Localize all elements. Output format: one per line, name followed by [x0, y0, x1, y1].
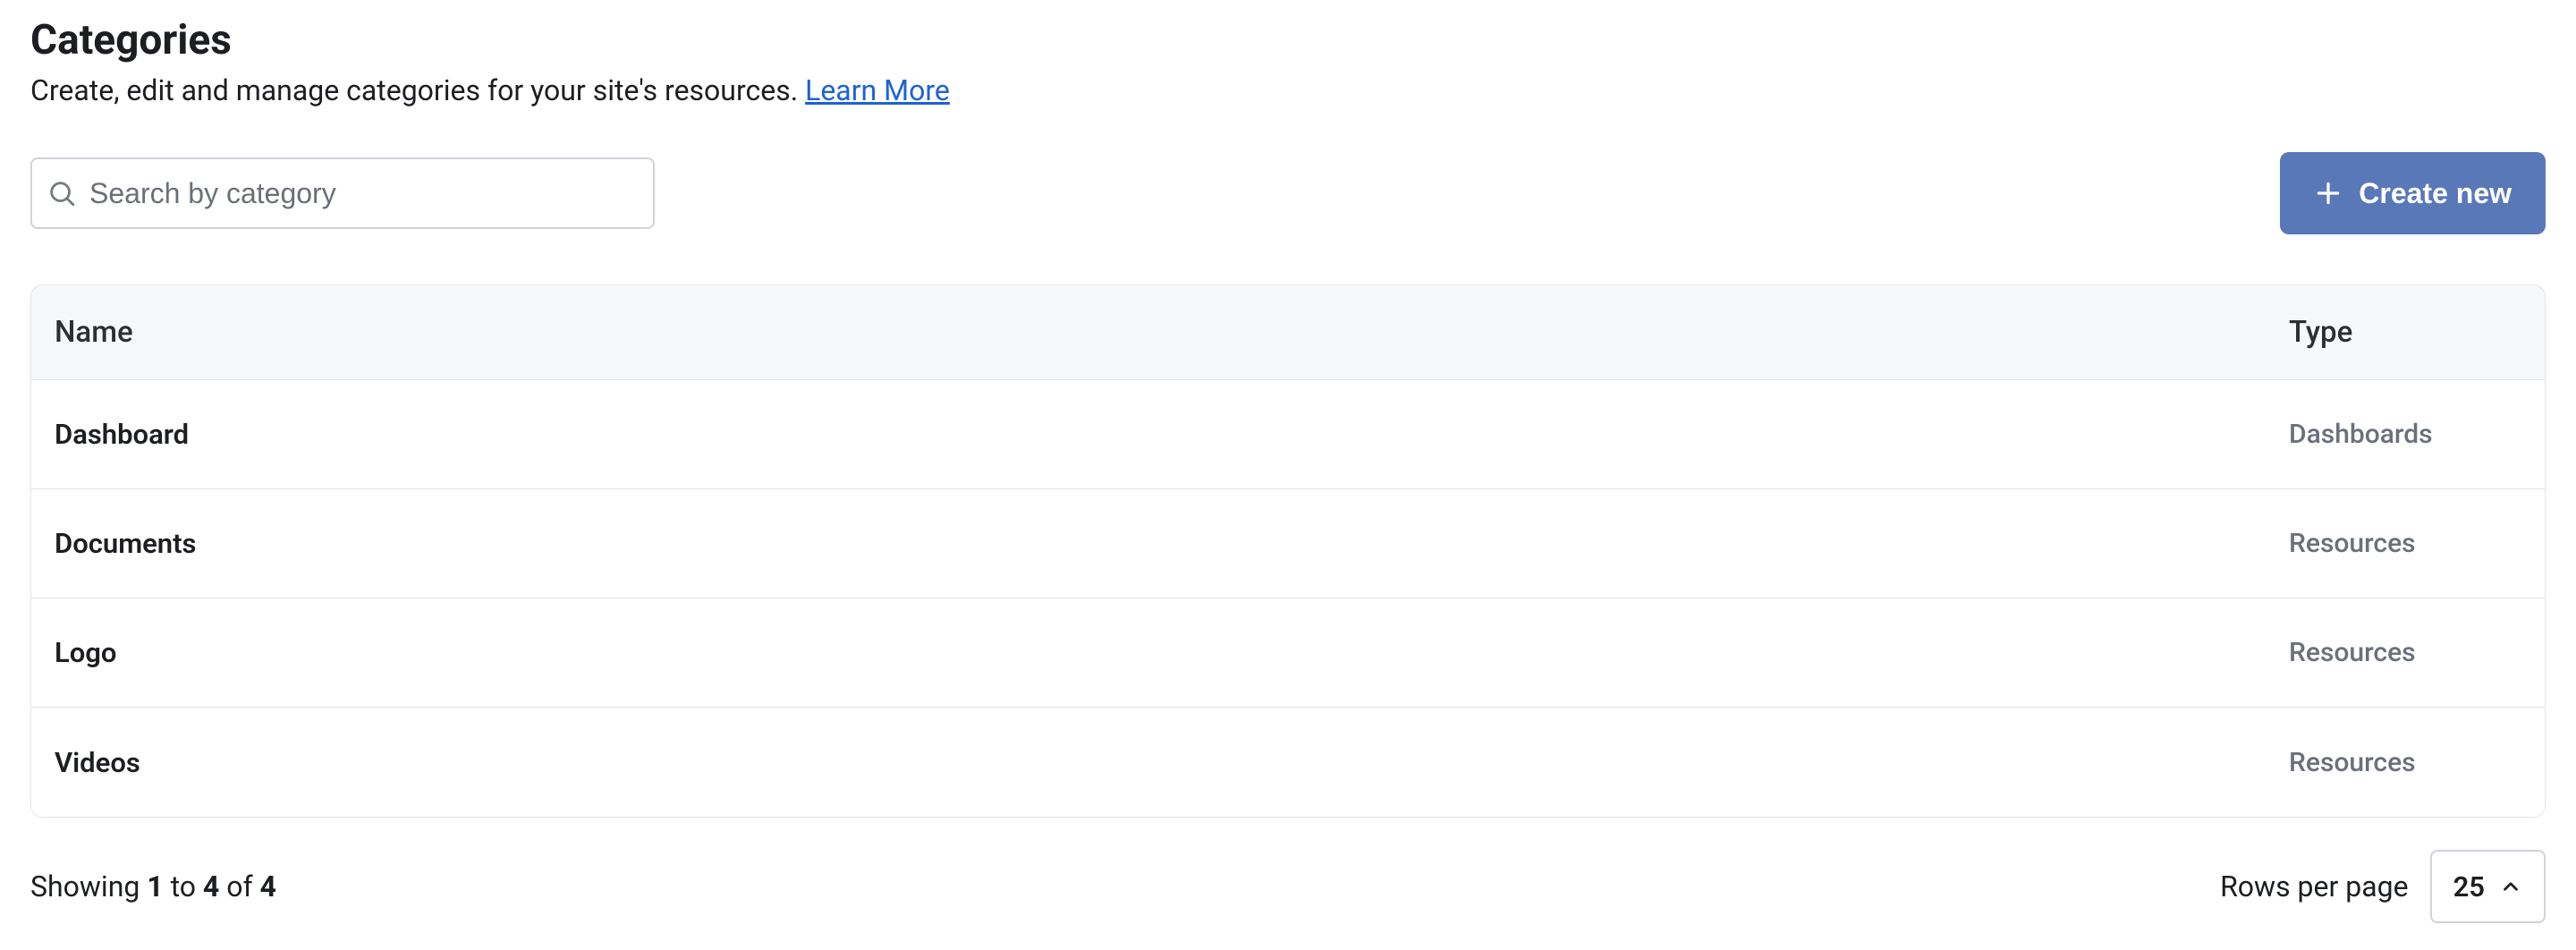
- cell-name: Documents: [55, 527, 2289, 560]
- table-header: Name Type: [31, 285, 2545, 380]
- page-subtitle: Create, edit and manage categories for y…: [30, 73, 2546, 107]
- search-field[interactable]: [30, 157, 655, 229]
- table-row[interactable]: Documents Resources: [31, 489, 2545, 598]
- cell-type: Dashboards: [2289, 419, 2521, 450]
- create-new-label: Create new: [2359, 177, 2512, 210]
- text-showing: Showing: [30, 869, 140, 903]
- pagination-summary: Showing 1 to 4 of 4: [30, 869, 276, 903]
- text-of: of: [226, 869, 252, 903]
- page-title: Categories: [30, 16, 2546, 64]
- search-icon: [47, 178, 77, 208]
- categories-table: Name Type Dashboard Dashboards Documents…: [30, 284, 2546, 818]
- create-new-button[interactable]: Create new: [2280, 152, 2546, 234]
- pagination-to: 4: [203, 869, 219, 903]
- cell-type: Resources: [2289, 637, 2521, 668]
- learn-more-link[interactable]: Learn More: [805, 73, 950, 107]
- cell-name: Logo: [55, 636, 2289, 669]
- rows-per-page: Rows per page 25: [2220, 850, 2546, 923]
- chevron-up-icon: [2499, 875, 2522, 898]
- column-header-name[interactable]: Name: [55, 315, 2289, 350]
- cell-type: Resources: [2289, 528, 2521, 559]
- pagination-total: 4: [260, 869, 276, 903]
- column-header-type[interactable]: Type: [2289, 315, 2521, 350]
- cell-type: Resources: [2289, 747, 2521, 778]
- rows-per-page-value: 25: [2453, 870, 2485, 903]
- table-row[interactable]: Dashboard Dashboards: [31, 380, 2545, 489]
- controls-row: Create new: [30, 152, 2546, 234]
- pagination-from: 1: [147, 869, 163, 903]
- text-to: to: [171, 869, 196, 903]
- rows-per-page-label: Rows per page: [2220, 869, 2409, 903]
- search-input[interactable]: [77, 177, 639, 210]
- cell-name: Dashboard: [55, 418, 2289, 451]
- rows-per-page-select[interactable]: 25: [2430, 850, 2546, 923]
- plus-icon: [2314, 179, 2343, 208]
- subtitle-text: Create, edit and manage categories for y…: [30, 73, 805, 107]
- cell-name: Videos: [55, 746, 2289, 779]
- table-row[interactable]: Videos Resources: [31, 708, 2545, 817]
- table-row[interactable]: Logo Resources: [31, 598, 2545, 708]
- pagination-row: Showing 1 to 4 of 4 Rows per page 25: [30, 850, 2546, 923]
